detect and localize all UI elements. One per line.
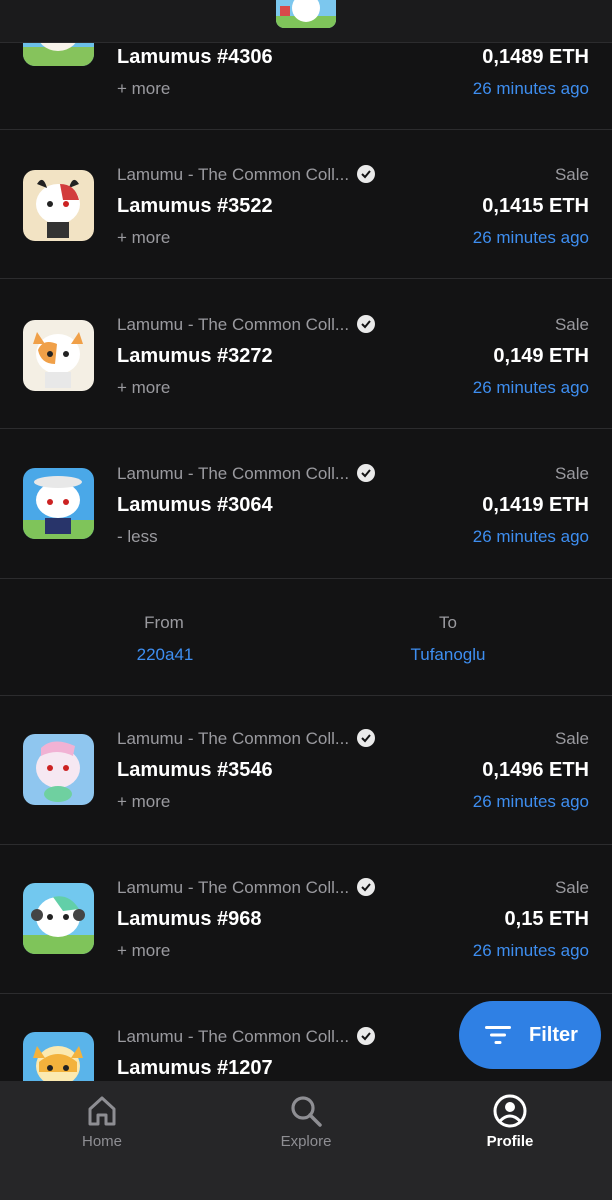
nft-thumbnail xyxy=(23,320,94,391)
nav-profile[interactable]: Profile xyxy=(408,1081,612,1200)
profile-icon xyxy=(493,1094,527,1128)
sale-price: 0,1496 ETH xyxy=(482,759,589,781)
collection-label: Lamumu - The Common Coll... xyxy=(117,464,350,483)
nav-explore-label: Explore xyxy=(280,1133,332,1150)
verified-icon xyxy=(357,315,376,333)
verified-icon xyxy=(357,729,376,747)
nav-profile-label: Profile xyxy=(486,1133,534,1150)
nft-thumbnail xyxy=(23,468,94,539)
sale-price: 0,15 ETH xyxy=(504,908,589,930)
collection-label: Lamumu - The Common Coll... xyxy=(117,729,350,748)
top-bar xyxy=(0,0,612,43)
sale-time[interactable]: 26 minutes ago xyxy=(473,527,589,547)
sale-price: 0,1415 ETH xyxy=(482,195,589,217)
filter-label: Filter xyxy=(529,1024,578,1046)
collection-name: Lamumu - The Common Coll... xyxy=(117,464,376,484)
nft-name: Lamumus #3064 xyxy=(117,494,273,516)
event-type: Sale xyxy=(554,729,589,748)
search-icon xyxy=(291,1096,322,1127)
sale-time[interactable]: 26 minutes ago xyxy=(473,792,589,812)
sale-price: 0,1419 ETH xyxy=(482,494,589,516)
from-address[interactable]: 220a41 xyxy=(85,645,245,665)
more-toggle[interactable]: + more xyxy=(117,228,170,248)
verified-icon xyxy=(357,1027,376,1045)
more-toggle[interactable]: + more xyxy=(117,79,170,99)
sale-time[interactable]: 26 minutes ago xyxy=(473,378,589,398)
nft-name: Lamumus #3272 xyxy=(117,345,273,367)
filter-icon xyxy=(485,1026,511,1044)
nav-explore[interactable]: Explore xyxy=(204,1081,408,1200)
to-address[interactable]: Tufanoglu xyxy=(368,645,528,665)
nav-home-label: Home xyxy=(81,1133,122,1150)
event-type: Sale xyxy=(554,165,589,184)
event-type: Sale xyxy=(554,464,589,483)
event-type: Sale xyxy=(554,315,589,334)
transfer-details: From 220a41 To Tufanoglu xyxy=(0,579,612,696)
nav-home[interactable]: Home xyxy=(0,1081,204,1200)
filter-button[interactable]: Filter xyxy=(459,1001,601,1069)
less-toggle[interactable]: - less xyxy=(117,527,158,547)
more-toggle[interactable]: + more xyxy=(117,792,170,812)
activity-row[interactable]: Lamumu - The Common Coll... Lamumus #306… xyxy=(0,430,612,579)
home-icon xyxy=(88,1096,116,1126)
back-icon[interactable] xyxy=(30,0,54,10)
collection-name: Lamumu - The Common Coll... xyxy=(117,878,376,898)
nft-name: Lamumus #4306 xyxy=(117,46,273,68)
activity-row[interactable]: Lamumu - The Common Coll... Lamumus #968… xyxy=(0,845,612,994)
to-label: To xyxy=(439,613,457,632)
from-label: From xyxy=(144,613,184,632)
event-type: Sale xyxy=(554,878,589,897)
nft-thumbnail xyxy=(23,883,94,954)
bottom-navigation: Home Explore Profile xyxy=(0,1081,612,1200)
verified-icon xyxy=(357,878,376,896)
collection-label: Lamumu - The Common Coll... xyxy=(117,1027,350,1046)
collection-label: Lamumu - The Common Coll... xyxy=(117,878,350,897)
nft-name: Lamumus #1207 xyxy=(117,1057,273,1079)
verified-icon xyxy=(357,464,376,482)
more-toggle[interactable]: + more xyxy=(117,941,170,961)
collection-label: Lamumu - The Common Coll... xyxy=(117,165,350,184)
sale-time[interactable]: 26 minutes ago xyxy=(473,941,589,961)
collection-name: Lamumu - The Common Coll... xyxy=(117,729,376,749)
activity-row[interactable]: Lamumu - The Common Coll... Lamumus #354… xyxy=(0,696,612,845)
collection-label: Lamumu - The Common Coll... xyxy=(117,315,350,334)
nft-name: Lamumus #968 xyxy=(117,908,262,930)
collection-name: Lamumu - The Common Coll... xyxy=(117,315,376,335)
sale-price: 0,1489 ETH xyxy=(482,46,589,68)
nft-name: Lamumus #3522 xyxy=(117,195,273,217)
nft-name: Lamumus #3546 xyxy=(117,759,273,781)
more-toggle[interactable]: + more xyxy=(117,378,170,398)
sale-time[interactable]: 26 minutes ago xyxy=(473,79,589,99)
nft-thumbnail xyxy=(23,170,94,241)
sale-price: 0,149 ETH xyxy=(493,345,589,367)
collection-avatar xyxy=(276,0,336,28)
share-icon[interactable] xyxy=(548,0,576,16)
sale-time[interactable]: 26 minutes ago xyxy=(473,228,589,248)
nft-thumbnail xyxy=(23,734,94,805)
activity-row[interactable]: Lamumu - The Common Coll... Lamumus #352… xyxy=(0,130,612,279)
collection-name: Lamumu - The Common Coll... xyxy=(117,1027,376,1047)
activity-row[interactable]: Lamumu - The Common Coll... Lamumus #327… xyxy=(0,280,612,429)
collection-name: Lamumu - The Common Coll... xyxy=(117,165,376,185)
verified-icon xyxy=(357,165,376,183)
